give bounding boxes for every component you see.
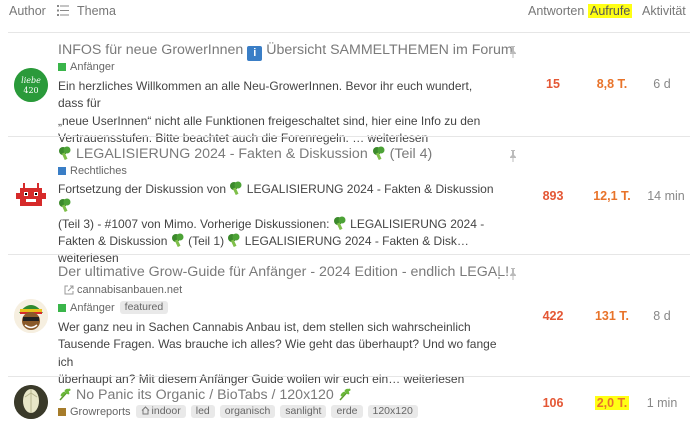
broccoli-emoji	[333, 216, 346, 230]
topic-title-part[interactable]: INFOS für neue GrowerInnen	[58, 42, 243, 58]
topic-title-part[interactable]: Übersicht SAMMELTHEMEN im Forum	[266, 42, 512, 58]
tag-led[interactable]: led	[190, 405, 215, 418]
topic-title[interactable]: INFOS für neue GrowerInnen i Übersicht S…	[58, 42, 513, 61]
topic-title-part[interactable]: Der ultimative Grow-Guide für Anfänger -…	[58, 264, 509, 280]
excerpt-line: Wer ganz neu in Sachen Cannabis Anbau is…	[58, 320, 471, 334]
last-activity[interactable]: 8 d	[640, 309, 684, 323]
category-color-square	[58, 407, 66, 416]
topic-title[interactable]: LEGALISIERUNG 2024 - Fakten & Diskussion…	[58, 146, 432, 162]
topic-row: liebe 420 INFOS für neue GrowerInnen i Ü…	[8, 32, 690, 145]
reply-count[interactable]: 893	[528, 189, 578, 203]
topic-row: LEGALISIERUNG 2024 - Fakten & Diskussion…	[8, 136, 690, 265]
category-color-square	[58, 167, 66, 175]
excerpt-line: LEGALISIERUNG 2024 -	[350, 216, 485, 231]
excerpt-line: Ein herzliches Willkommen an alle Neu-Gr…	[58, 79, 473, 111]
broccoli-emoji	[59, 198, 71, 213]
category-color-square	[58, 303, 66, 312]
tag-120x120[interactable]: 120x120	[367, 405, 418, 418]
excerpt-line: Fortsetzung der Diskussion von	[58, 182, 227, 196]
pin-icon[interactable]	[508, 45, 518, 58]
view-count: 131 T.	[594, 309, 630, 323]
category-label[interactable]: Growreports	[70, 406, 131, 418]
pin-icon[interactable]	[508, 149, 518, 162]
broccoli-emoji	[171, 233, 184, 247]
topic-link-label[interactable]: cannabisanbauen.net	[77, 284, 182, 296]
last-activity[interactable]: 14 min	[640, 189, 690, 203]
external-link-icon	[64, 285, 74, 295]
list-icon[interactable]	[57, 5, 69, 16]
category-label[interactable]: Rechtliches	[70, 165, 127, 177]
topic-title-part[interactable]: LEGALISIERUNG 2024 - Fakten & Diskussion	[76, 146, 368, 162]
info-icon: i	[247, 46, 263, 61]
topic-row: Der ultimative Grow-Guide für Anfänger -…	[8, 254, 690, 386]
views-column-header[interactable]: Aufrufe	[588, 4, 633, 18]
excerpt-line: (Teil 3) - #1007 von Mimo. Vorherige Dis…	[58, 216, 330, 231]
excerpt-line: Fakten & Diskussion	[58, 233, 168, 248]
topic-title-part[interactable]: (Teil 4)	[390, 146, 433, 162]
topic-title-part[interactable]: No Panic its Organic / BioTabs / 120x120	[76, 387, 334, 403]
replies-column-header[interactable]: Antworten	[528, 4, 584, 18]
category-badge[interactable]: Growreports indoor led organisch sanligh…	[58, 405, 418, 418]
avatar-text-line1: liebe	[21, 76, 41, 85]
topic-list-header: Author Thema Antworten Aufrufe Aktivität	[0, 0, 690, 26]
broccoli-emoji	[228, 233, 240, 247]
tag-featured[interactable]: featured	[119, 301, 169, 314]
view-count: 2,0 T.	[584, 396, 640, 410]
pin-icon[interactable]	[508, 267, 518, 280]
tag-indoor[interactable]: indoor	[135, 405, 186, 418]
activity-column-header[interactable]: Aktivität	[642, 4, 686, 18]
excerpt-line: Tausende Fragen. Was brauche ich alles? …	[58, 337, 497, 369]
category-color-square	[58, 63, 66, 71]
topic-title[interactable]: No Panic its Organic / BioTabs / 120x120	[58, 387, 352, 403]
avatar[interactable]	[14, 179, 48, 213]
tag-label: indoor	[151, 405, 181, 417]
herb-emoji	[59, 388, 71, 401]
broccoli-emoji	[230, 181, 242, 195]
avatar[interactable]	[14, 299, 48, 333]
excerpt-line: LEGALISIERUNG 2024 - Fakten & Diskussion	[246, 182, 494, 196]
topic-title[interactable]: Der ultimative Grow-Guide für Anfänger -…	[58, 264, 509, 280]
last-activity[interactable]: 6 d	[640, 77, 684, 91]
category-label[interactable]: Anfänger	[70, 61, 115, 73]
category-badge[interactable]: Anfänger featured	[58, 301, 169, 314]
reply-count[interactable]: 422	[528, 309, 578, 323]
exclamation-icon	[496, 266, 502, 279]
reply-count[interactable]: 15	[528, 77, 578, 91]
reply-count[interactable]: 106	[528, 396, 578, 410]
tag-sanlight[interactable]: sanlight	[280, 405, 327, 418]
excerpt-line: „neue UserInnen“ nicht alle Funktionen f…	[58, 113, 481, 128]
category-badge[interactable]: Anfänger	[58, 61, 115, 73]
view-count-highlight: 2,0 T.	[594, 396, 630, 410]
avatar[interactable]: liebe 420	[14, 68, 48, 102]
author-column-header: Author	[9, 4, 46, 18]
broccoli-emoji	[59, 146, 71, 160]
house-icon	[141, 406, 149, 415]
view-count: 8,8 T.	[596, 77, 628, 91]
avatar[interactable]	[14, 385, 48, 419]
tag-erde[interactable]: erde	[331, 405, 363, 418]
avatar-text-line2: 420	[23, 86, 38, 95]
category-label[interactable]: Anfänger	[70, 302, 115, 314]
broccoli-emoji	[372, 146, 385, 160]
tag-organisch[interactable]: organisch	[219, 405, 276, 418]
last-activity[interactable]: 1 min	[640, 396, 684, 410]
category-badge[interactable]: Rechtliches	[58, 165, 127, 177]
view-count: 12,1 T.	[593, 189, 631, 203]
topic-link[interactable]: cannabisanbauen.net	[64, 284, 182, 296]
topic-row: No Panic its Organic / BioTabs / 120x120…	[8, 376, 690, 425]
excerpt-line: (Teil 1)	[188, 233, 225, 248]
thema-column-header[interactable]: Thema	[77, 4, 116, 18]
herb-emoji	[339, 388, 351, 401]
excerpt-line: LEGALISIERUNG 2024 - Fakten & Disk…	[244, 233, 469, 248]
